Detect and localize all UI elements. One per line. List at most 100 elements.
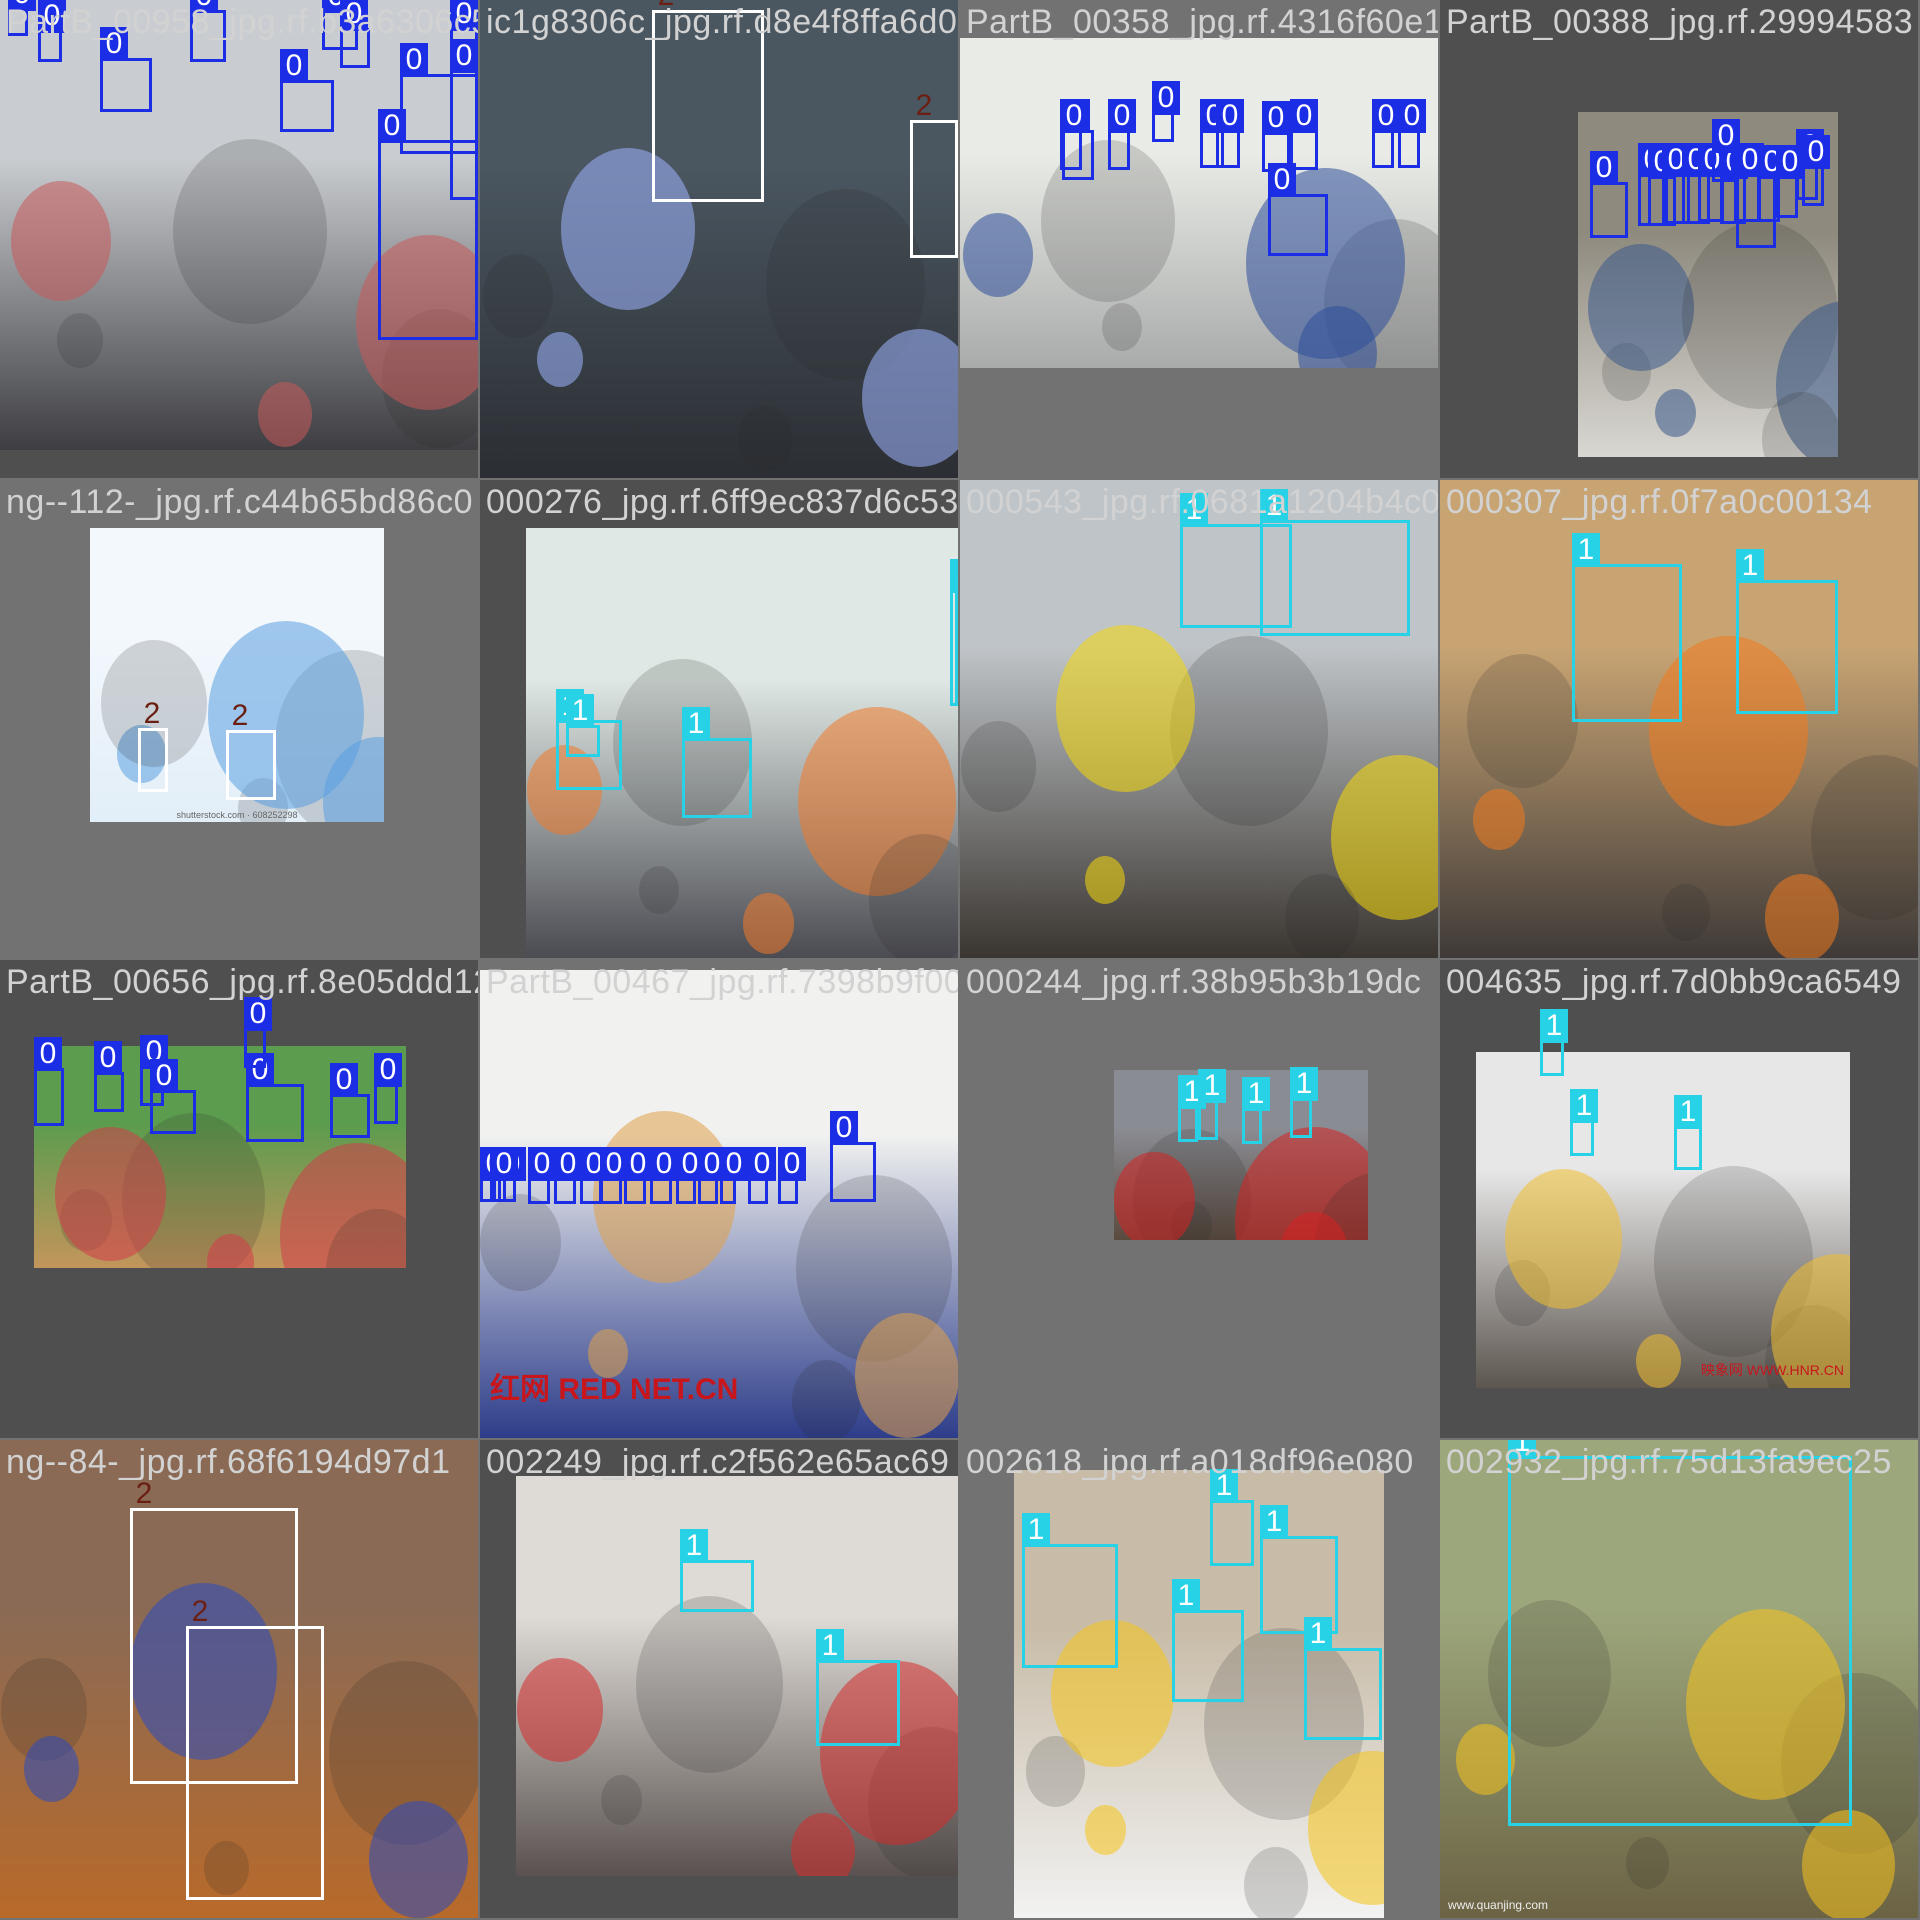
photo-subject-blob <box>537 332 583 388</box>
photo-subject-blob <box>57 312 103 368</box>
detection-box-class-1: 1 <box>950 559 958 706</box>
mosaic-tile: 000307_jpg.rf.0f7a0c00134 1 1 <box>1440 480 1918 958</box>
detection-class-label: 0 <box>1372 99 1400 133</box>
detection-class-label: 1 <box>816 1629 844 1663</box>
detection-box-class-0: 0 <box>778 1147 806 1204</box>
detection-box-class-1: 1 <box>1210 1469 1254 1566</box>
detection-box-class-0: 0 <box>1290 99 1318 170</box>
detection-box-class-1: 1 <box>1260 489 1410 636</box>
detection-class-label: 2 <box>143 697 161 730</box>
detection-class-label: 1 <box>682 707 710 741</box>
photo-subject-blob <box>23 1736 79 1803</box>
detection-class-label: 0 <box>720 1147 748 1181</box>
detection-box-class-0: 0 <box>94 1041 124 1112</box>
detection-box-class-0: 0 <box>1152 81 1180 142</box>
photo-subject-blob <box>517 1658 604 1762</box>
detection-class-label: 2 <box>191 1595 209 1628</box>
photo-watermark: 映象网 WWW.HNR.CN <box>1700 1362 1844 1378</box>
detection-box-class-1: 1 <box>566 694 600 757</box>
detection-class-label: 0 <box>34 1037 62 1071</box>
detection-box-class-0: 0 <box>374 1053 402 1124</box>
detection-box-class-1: 1 <box>1242 1077 1270 1144</box>
detection-class-label: 1 <box>1172 1579 1200 1613</box>
detection-box-class-2: 2 <box>226 699 276 800</box>
photo-subject-blob <box>1635 1334 1681 1388</box>
tile-filename: PartB_00467_jpg.rf.7398b9f00 <box>486 963 958 1001</box>
detection-box-class-0: 0 <box>400 43 478 154</box>
photo-subject-blob <box>257 382 312 448</box>
mosaic-tile: 002249_jpg.rf.c2f562e65ac69 1 1 <box>480 1440 958 1918</box>
detection-class-label: 1 <box>566 694 594 728</box>
detection-box-class-0: 0 <box>1776 145 1804 218</box>
detection-class-label: 0 <box>1216 99 1244 133</box>
tile-filename: 000276_jpg.rf.6ff9ec837d6c53c <box>486 483 958 521</box>
detection-box-class-1: 1 <box>1178 1075 1206 1142</box>
photo-subject-blob <box>791 1360 861 1438</box>
detection-box-class-0: 0 <box>378 109 478 340</box>
mosaic-tile: www.quanjing.com 002932_jpg.rf.75d13fa9ec… <box>1440 1440 1918 1918</box>
detection-class-label: 0 <box>244 997 272 1031</box>
tile-filename: ic1g8306c_jpg.rf.d8e4f8ffa6d0d <box>486 3 958 41</box>
tile-filename: 002249_jpg.rf.c2f562e65ac69 <box>486 1443 950 1481</box>
detection-class-label: 1 <box>1304 1617 1332 1651</box>
detection-box-class-0: 0 <box>246 1053 304 1142</box>
photo-subject-blob <box>600 1775 643 1825</box>
detection-class-label: 2 <box>135 1477 153 1510</box>
detection-class-label: 0 <box>830 1111 858 1145</box>
photo-subject-blob <box>1102 302 1143 351</box>
tile-filename: PartB_00958_jpg.rf.b3a6306c5c <box>6 3 478 41</box>
tile-filename: 002932_jpg.rf.75d13fa9ec25 <box>1446 1443 1892 1481</box>
photo-subject-blob <box>1056 625 1196 793</box>
detection-class-label: 0 <box>650 1147 678 1181</box>
detection-mosaic: PartB_00958_jpg.rf.b3a6306c5c00000000000… <box>0 0 1920 1920</box>
detection-box-class-0: 0 <box>280 49 334 132</box>
detection-box-class-1: 1 <box>1508 1440 1852 1826</box>
detection-class-label: 0 <box>1060 99 1088 133</box>
detection-box-class-0: 0 <box>100 27 152 112</box>
detection-class-label: 0 <box>748 1147 776 1181</box>
detection-class-label: 0 <box>1776 145 1804 179</box>
photo-subject-blob <box>638 865 679 914</box>
photo-watermark: 红网 RED NET.CN <box>490 1373 739 1406</box>
tile-filename: ng--84-_jpg.rf.68f6194d97d1 <box>6 1443 451 1481</box>
mosaic-tile: PartB_00358_jpg.rf.4316f60e1ef2000000000… <box>960 0 1438 478</box>
detection-class-label: 1 <box>1198 1069 1226 1103</box>
photo-subject-blob <box>1084 855 1125 904</box>
detection-box-class-0: 0 <box>650 1147 678 1204</box>
photo-subject-blob <box>1084 1805 1127 1855</box>
tile-filename: 000244_jpg.rf.38b95b3b19dc <box>966 963 1422 1001</box>
detection-box-class-0: 0 <box>1736 143 1776 248</box>
mosaic-tile: 000276_jpg.rf.6ff9ec837d6c53c1111 <box>480 480 958 958</box>
mosaic-tile: 002618_jpg.rf.a018df96e080 1 1 1 1 1 <box>960 1440 1438 1918</box>
mosaic-tile: 000543_jpg.rf.0681a1204b4c01 1 1 <box>960 480 1438 958</box>
detection-class-label: 1 <box>1260 1505 1288 1539</box>
mosaic-tile: PartB_00958_jpg.rf.b3a6306c5c00000000000 <box>0 0 478 478</box>
detection-class-label: 0 <box>554 1147 582 1181</box>
detection-class-label: 0 <box>1262 101 1290 135</box>
detection-class-label: 0 <box>1736 143 1764 177</box>
detection-box-class-1: 1 <box>1198 1069 1226 1140</box>
photo-subject-blob <box>1662 884 1710 942</box>
detection-box-class-1: 1 <box>1172 1579 1244 1702</box>
detection-box-class-0: 0 <box>1268 163 1328 256</box>
photo-subject-blob <box>737 406 792 472</box>
mosaic-tile: PartB_00656_jpg.rf.8e05ddd124 0 0 0 0 0 0 0 0 <box>0 960 478 1438</box>
photo-watermark: www.quanjing.com <box>1448 1898 1549 1912</box>
detection-box-class-0: 0 <box>150 1059 196 1134</box>
detection-class-label: 0 <box>400 43 428 77</box>
detection-class-label: 0 <box>1108 99 1136 133</box>
detection-box-class-0: 0 <box>698 1147 726 1204</box>
detection-class-label: 1 <box>680 1529 708 1563</box>
detection-class-label: 1 <box>1242 1077 1270 1111</box>
tile-filename: 004635_jpg.rf.7d0bb9ca6549 <box>1446 963 1902 1001</box>
tile-filename: 000543_jpg.rf.0681a1204b4c01 <box>966 483 1438 521</box>
detection-class-label: 1 <box>1540 1009 1568 1043</box>
detection-box-class-0: 0 <box>528 1147 556 1204</box>
tile-photo: 映象网 WWW.HNR.CN <box>1476 1052 1850 1388</box>
detection-box-class-2: 2 <box>186 1595 324 1900</box>
detection-box-class-0: 0 <box>34 1037 64 1126</box>
detection-box-class-0: 0 <box>244 997 272 1068</box>
mosaic-tile: 000244_jpg.rf.38b95b3b19dc 1 1 1 1 <box>960 960 1438 1438</box>
detection-class-label: 0 <box>778 1147 806 1181</box>
photo-subject-blob <box>963 213 1034 298</box>
